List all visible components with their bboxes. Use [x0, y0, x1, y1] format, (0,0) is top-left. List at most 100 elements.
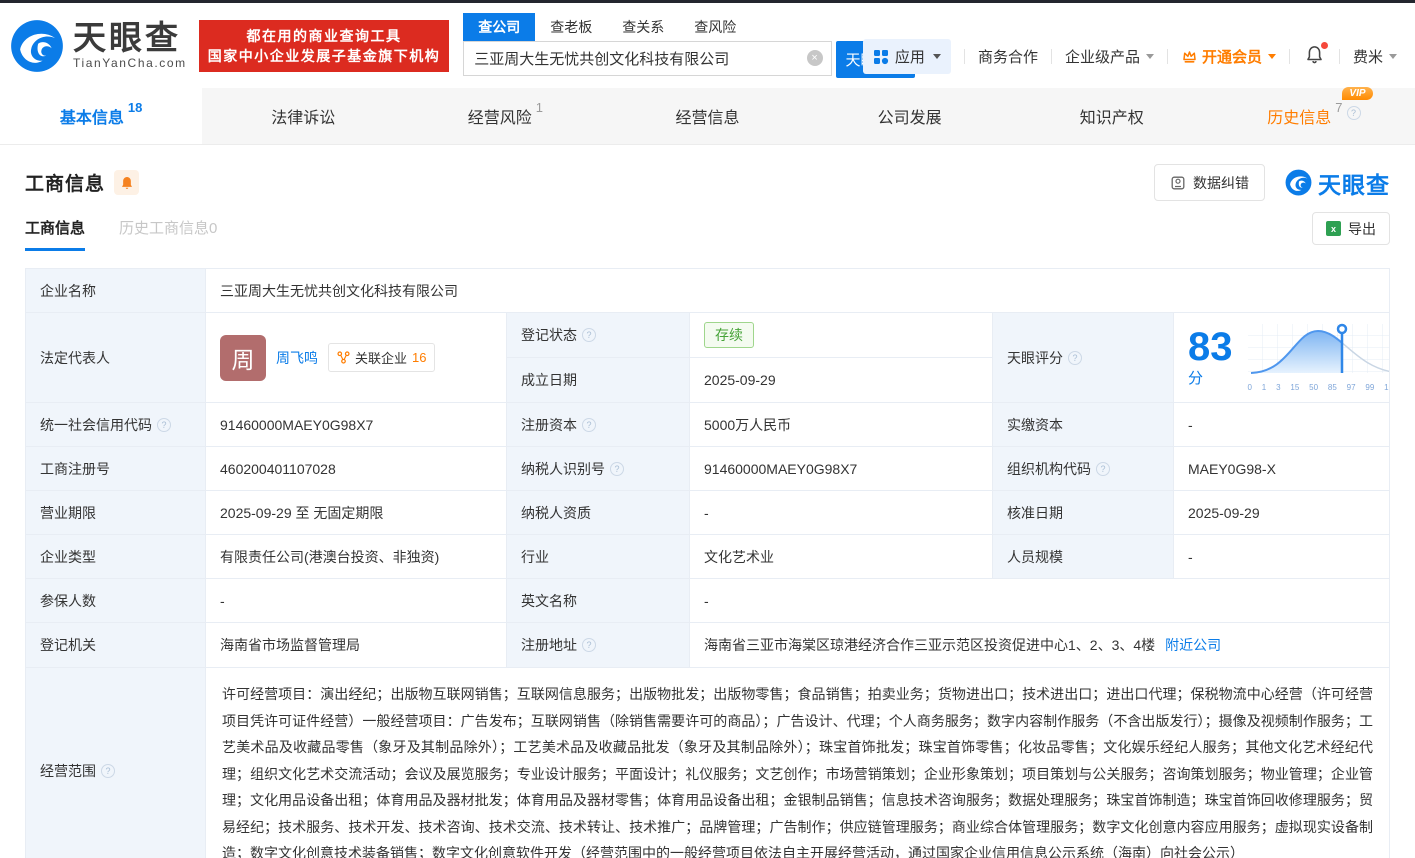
excel-icon: [1326, 221, 1341, 236]
legal-rep-link[interactable]: 周飞鸣: [276, 348, 318, 368]
field-value-business-scope: 许可经营项目：演出经纪；出版物互联网销售；互联网信息服务；出版物批发；出版物零售…: [206, 668, 1390, 858]
field-label-legal-representative: 法定代表人: [26, 313, 206, 403]
tab-count: 1: [535, 100, 543, 115]
notifications-bell[interactable]: [1305, 42, 1328, 68]
help-icon[interactable]: [610, 461, 624, 476]
tianyancha-logo-icon: [11, 19, 63, 72]
help-icon[interactable]: [582, 638, 596, 652]
divider: [963, 49, 965, 64]
divider: [1166, 49, 1168, 64]
logo-title: 天眼查: [73, 19, 181, 56]
chevron-down-icon: [1267, 54, 1276, 59]
subtab-row: 工商信息 历史工商信息0 导出: [0, 212, 1415, 251]
search-tab-boss[interactable]: 查老板: [535, 13, 607, 41]
vip-label: 开通会员: [1201, 49, 1262, 66]
search-tabs: 查公司 查老板 查关系 查风险: [463, 13, 915, 41]
search-tab-risk[interactable]: 查风险: [679, 13, 751, 41]
search-tab-relation[interactable]: 查关系: [607, 13, 679, 41]
field-value-tianyan-score: 83分 0 1 3 15 50 85 97 99 1: [1174, 313, 1390, 403]
subtab-registration-info[interactable]: 工商信息: [25, 217, 86, 251]
notification-dot: [1320, 42, 1328, 49]
field-label-english-name: 英文名称: [507, 579, 690, 623]
nav-business-cooperation[interactable]: 商务合作: [978, 46, 1038, 67]
correction-icon: [1171, 176, 1185, 189]
company-nav-tabs: 基本信息 18 法律诉讼 经营风险 1 经营信息 公司发展 知识产权 历史信息 …: [0, 87, 1415, 145]
tab-label: 知识产权: [1079, 110, 1144, 127]
related-companies-badge[interactable]: 关联企业 16: [328, 343, 436, 372]
clear-search-icon[interactable]: [806, 50, 823, 66]
tab-label: 经营信息: [675, 110, 740, 127]
field-label-registered-capital: 注册资本: [507, 403, 690, 447]
slogan-line2: 国家中小企业发展子基金旗下机构: [207, 47, 441, 64]
help-icon[interactable]: [582, 417, 596, 432]
tab-operation-risk[interactable]: 经营风险 1: [404, 88, 606, 144]
tab-basic-info[interactable]: 基本信息 18: [0, 88, 203, 144]
nav-enterprise-products[interactable]: 企业级产品: [1065, 46, 1154, 67]
tab-label: 经营风险: [467, 110, 532, 127]
field-value-registration-number: 460200401107028: [206, 447, 507, 491]
chevron-down-icon: [932, 54, 941, 59]
field-value-company-name: 三亚周大生无忧共创文化科技有限公司: [206, 269, 1390, 313]
field-value-business-term: 2025-09-29 至 无固定期限: [206, 491, 507, 535]
slogan-line1: 都在用的商业查询工具: [246, 27, 402, 44]
help-icon[interactable]: [101, 764, 115, 778]
tab-company-development[interactable]: 公司发展: [809, 88, 1011, 144]
export-button[interactable]: 导出: [1312, 212, 1390, 245]
chevron-down-icon: [1389, 54, 1397, 59]
data-correction-button[interactable]: 数据纠错: [1154, 164, 1265, 201]
user-menu[interactable]: 费米: [1353, 46, 1397, 67]
monitor-bell-button[interactable]: [114, 170, 140, 195]
field-label-organization-code: 组织机构代码: [993, 447, 1174, 491]
site-header: 天眼查 TianYanCha.com 都在用的商业查询工具 国家中小企业发展子基…: [0, 3, 1415, 88]
search-tab-company[interactable]: 查公司: [463, 13, 536, 41]
avatar[interactable]: 周: [220, 334, 266, 381]
field-label-establish-date: 成立日期: [507, 358, 690, 403]
field-label-credit-code: 统一社会信用代码: [26, 403, 206, 447]
tianyancha-logo[interactable]: 天眼查 TianYanCha.com: [10, 19, 187, 73]
section-title: 工商信息: [25, 174, 106, 195]
tab-history-info[interactable]: 历史信息 7 VIP: [1213, 87, 1415, 144]
search-input[interactable]: [463, 41, 832, 76]
tab-business-info[interactable]: 经营信息: [606, 88, 808, 144]
tianyancha-logo-icon: [1285, 169, 1312, 196]
search-row: 天眼一下: [463, 41, 916, 78]
apps-grid-icon: [873, 49, 889, 64]
logo-domain: TianYanCha.com: [73, 56, 187, 70]
field-label-registration-status: 登记状态: [507, 313, 690, 358]
slogan-banner: 都在用的商业查询工具 国家中小企业发展子基金旗下机构: [198, 19, 450, 72]
related-count: 16: [412, 350, 427, 365]
registration-info-table: 企业名称 三亚周大生无忧共创文化科技有限公司 法定代表人 周 周飞鸣 关联企业 …: [25, 268, 1390, 858]
tab-legal-litigation[interactable]: 法律诉讼: [202, 88, 404, 144]
help-icon[interactable]: [1068, 350, 1082, 365]
export-label: 导出: [1348, 220, 1376, 237]
section-header: 工商信息 数据纠错 天眼查: [0, 145, 1415, 201]
field-label-paid-capital: 实缴资本: [993, 403, 1174, 447]
bell-icon: [121, 176, 132, 189]
header-nav: 应用 商务合作 企业级产品 开通会员 费米: [862, 39, 1397, 74]
nearby-companies-link[interactable]: 附近公司: [1165, 635, 1221, 655]
tab-intellectual-property[interactable]: 知识产权: [1011, 88, 1213, 144]
field-label-approval-date: 核准日期: [993, 491, 1174, 535]
crown-icon: [1183, 50, 1196, 63]
field-value-registration-authority: 海南省市场监督管理局: [206, 623, 507, 668]
score-axis-ticks: 0131550859799100: [1247, 383, 1390, 392]
tab-label: 法律诉讼: [271, 110, 336, 127]
field-label-tianyan-score: 天眼评分: [993, 313, 1174, 403]
subtab-history-registration-info[interactable]: 历史工商信息0: [119, 217, 217, 251]
score-unit: 分: [1188, 370, 1204, 387]
field-label-company-name: 企业名称: [26, 269, 206, 313]
field-label-business-term: 营业期限: [26, 491, 206, 535]
help-icon[interactable]: [1346, 106, 1361, 120]
field-label-insured-count: 参保人数: [26, 579, 206, 623]
nav-open-vip[interactable]: 开通会员: [1181, 46, 1276, 67]
field-value-legal-representative: 周 周飞鸣 关联企业 16: [206, 313, 507, 403]
tab-label: 历史信息: [1267, 110, 1332, 127]
field-label-taxpayer-quality: 纳税人资质: [507, 491, 690, 535]
help-icon[interactable]: [582, 328, 596, 342]
correction-label: 数据纠错: [1193, 174, 1249, 191]
help-icon[interactable]: [1096, 461, 1110, 476]
help-icon[interactable]: [157, 417, 171, 432]
apps-menu-button[interactable]: 应用: [862, 39, 951, 74]
field-value-company-type: 有限责任公司(港澳台投资、非独资): [206, 535, 507, 579]
field-value-taxpayer-quality: -: [690, 491, 993, 535]
